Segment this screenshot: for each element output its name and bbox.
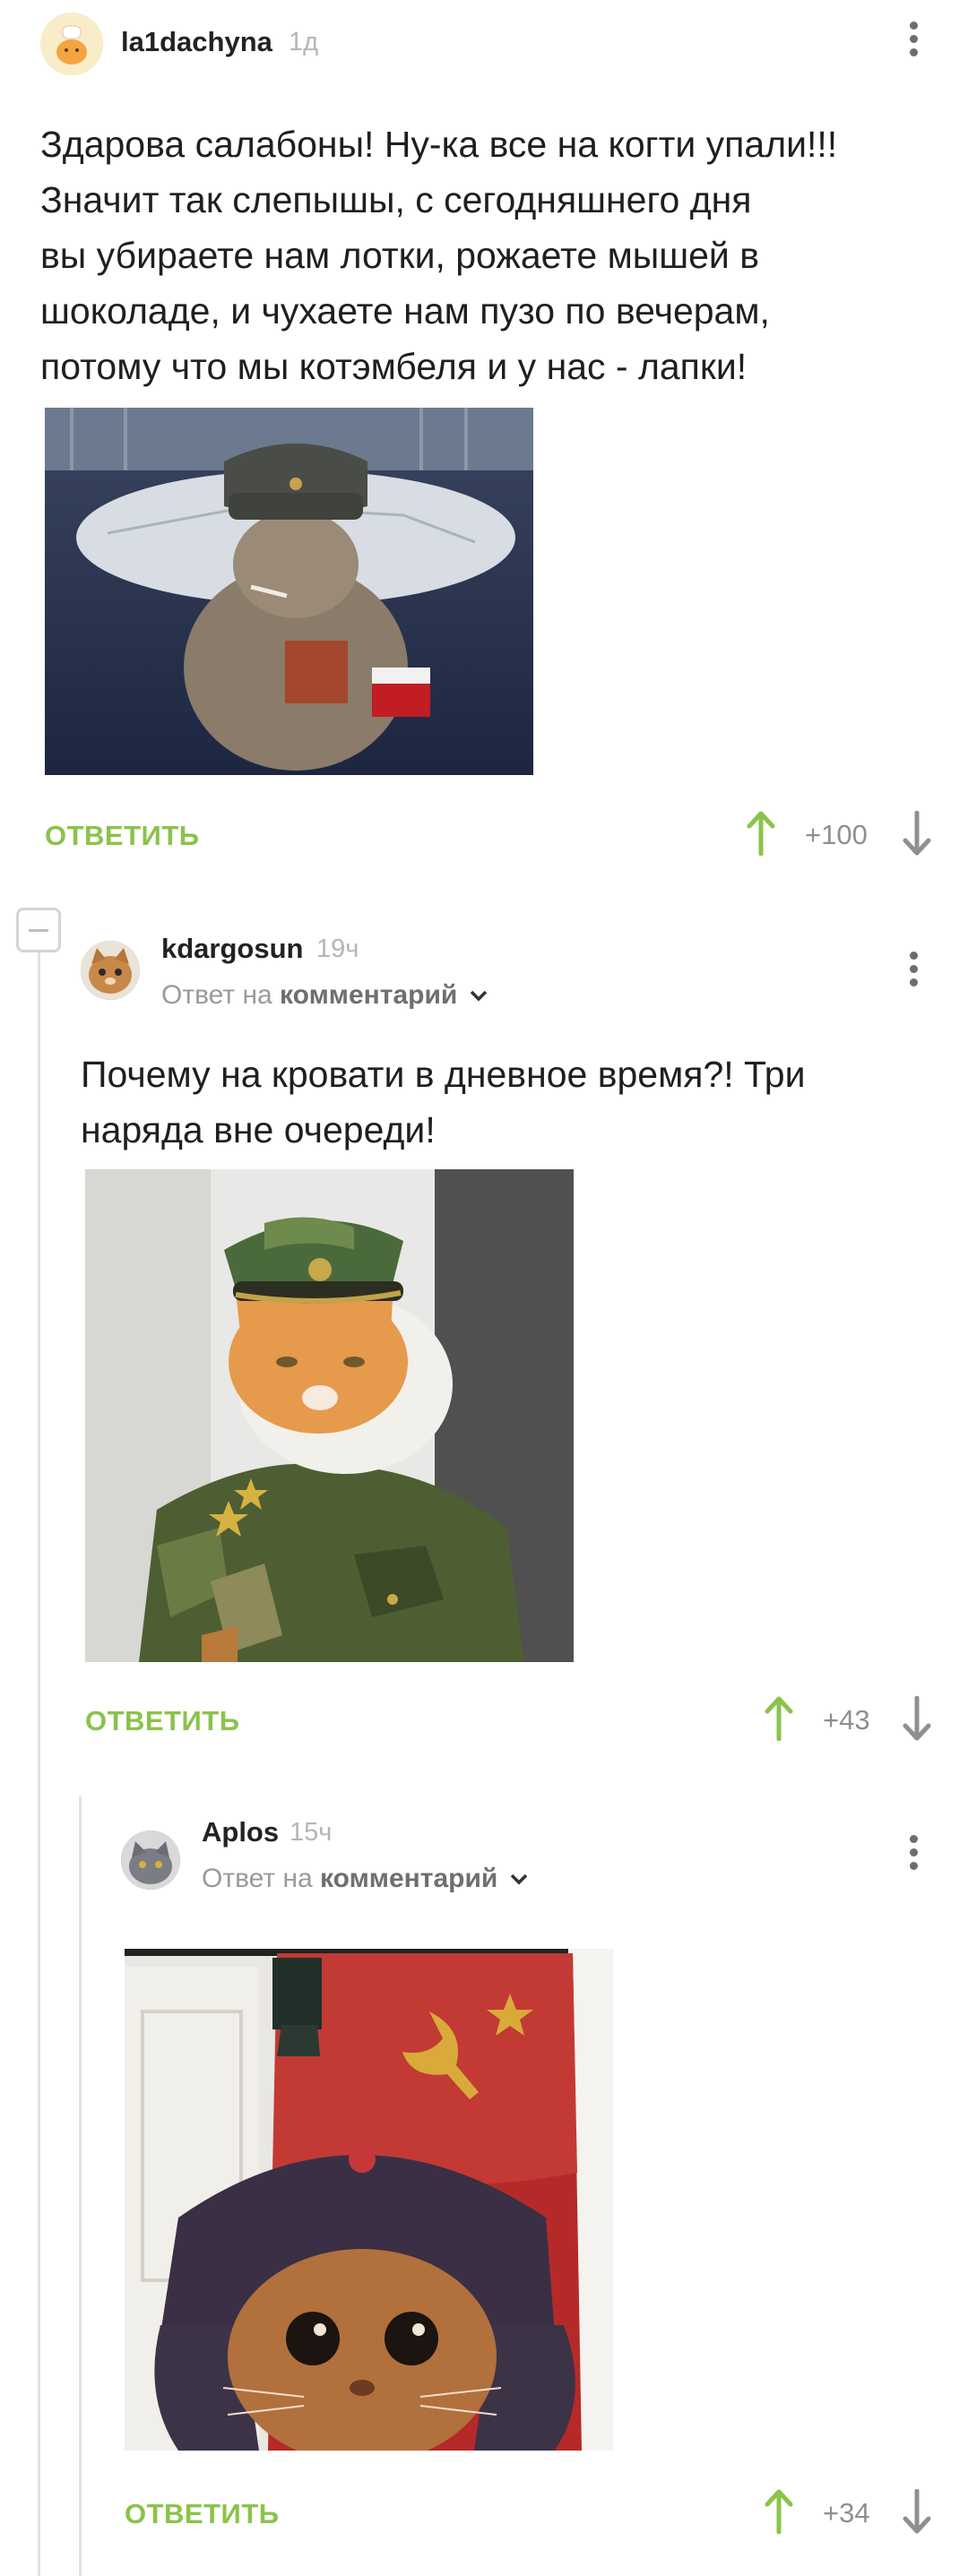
comment-image[interactable] [125, 1949, 613, 2451]
timestamp: 15ч [290, 1818, 333, 1847]
reply-to[interactable]: Ответ на комментарий [202, 1864, 529, 1894]
downvote-icon[interactable] [902, 1695, 932, 1741]
score: +43 [823, 1704, 870, 1736]
cat-ushanka-soviet-flag-photo-icon [125, 1949, 613, 2451]
comment-text: Почему на кровати в дневное время?! Три … [81, 1047, 941, 1158]
comment-image[interactable] [45, 408, 533, 775]
downvote-icon[interactable] [902, 810, 932, 856]
comment-3: Aplos 15ч Ответ на комментарий ОТВЕТИТЬ … [94, 1796, 968, 2576]
comment-image[interactable] [85, 1169, 574, 1662]
upvote-icon[interactable] [764, 2489, 794, 2535]
score: +100 [805, 819, 868, 850]
upvote-icon[interactable] [746, 811, 776, 857]
comment-text-line: наряда вне очереди! [81, 1109, 436, 1150]
reply-prefix: Ответ на [161, 980, 272, 1010]
more-options-icon[interactable] [910, 1835, 918, 1875]
comment-text-line: шоколаде, и чухаете нам пузо по вечерам, [40, 290, 770, 332]
avatar[interactable] [81, 941, 140, 1000]
chef-avatar-icon [40, 13, 103, 75]
score: +34 [823, 2497, 870, 2529]
chevron-down-icon[interactable] [469, 989, 488, 1004]
upvote-icon[interactable] [764, 1696, 794, 1742]
timestamp: 1д [289, 28, 319, 56]
comment-2: kdargosun 19ч Ответ на комментарий Почем… [54, 923, 968, 1765]
username[interactable]: kdargosun [161, 933, 303, 965]
comment-text-line: Почему на кровати в дневное время?! Три [81, 1054, 806, 1095]
comment-text: Здарова салабоны! Ну-ка все на когти упа… [40, 116, 937, 394]
more-options-icon[interactable] [910, 952, 918, 992]
cat-face-avatar-icon [81, 941, 140, 1000]
avatar[interactable] [40, 13, 103, 75]
reply-button[interactable]: ОТВЕТИТЬ [125, 2498, 280, 2530]
reply-button[interactable]: ОТВЕТИТЬ [85, 1705, 240, 1737]
reply-to[interactable]: Ответ на комментарий [161, 980, 488, 1011]
more-options-icon[interactable] [910, 22, 918, 62]
thread-line-nested[interactable] [79, 1796, 82, 2576]
reply-target-link[interactable]: комментарий [320, 1864, 497, 1893]
username[interactable]: la1dachyna [121, 26, 272, 58]
username[interactable]: Aplos [202, 1816, 279, 1848]
thread-line[interactable] [38, 932, 40, 2576]
comment-text-line: потому что мы котэмбеля и у нас - лапки! [40, 346, 748, 387]
avatar[interactable] [121, 1831, 180, 1890]
comment-text-line: вы убираете нам лотки, рожаете мышей в [40, 235, 760, 276]
comment-text-line: Здарова салабоны! Ну-ка все на когти упа… [40, 124, 838, 165]
cat-in-military-uniform-photo-icon [85, 1169, 574, 1662]
reply-target-link[interactable]: комментарий [280, 980, 457, 1010]
cat-in-ushanka-smoking-photo-icon [45, 408, 533, 775]
downvote-icon[interactable] [902, 2488, 932, 2534]
timestamp: 19ч [316, 935, 359, 963]
chevron-down-icon[interactable] [509, 1873, 529, 1887]
comment-1: la1dachyna 1д Здарова салабоны! Ну-ка вс… [0, 0, 968, 878]
comment-text-line: Значит так слепышы, с сегодняшнего дня [40, 179, 752, 220]
reply-prefix: Ответ на [202, 1864, 313, 1893]
gray-cat-avatar-icon [121, 1831, 180, 1890]
reply-button[interactable]: ОТВЕТИТЬ [45, 820, 200, 852]
